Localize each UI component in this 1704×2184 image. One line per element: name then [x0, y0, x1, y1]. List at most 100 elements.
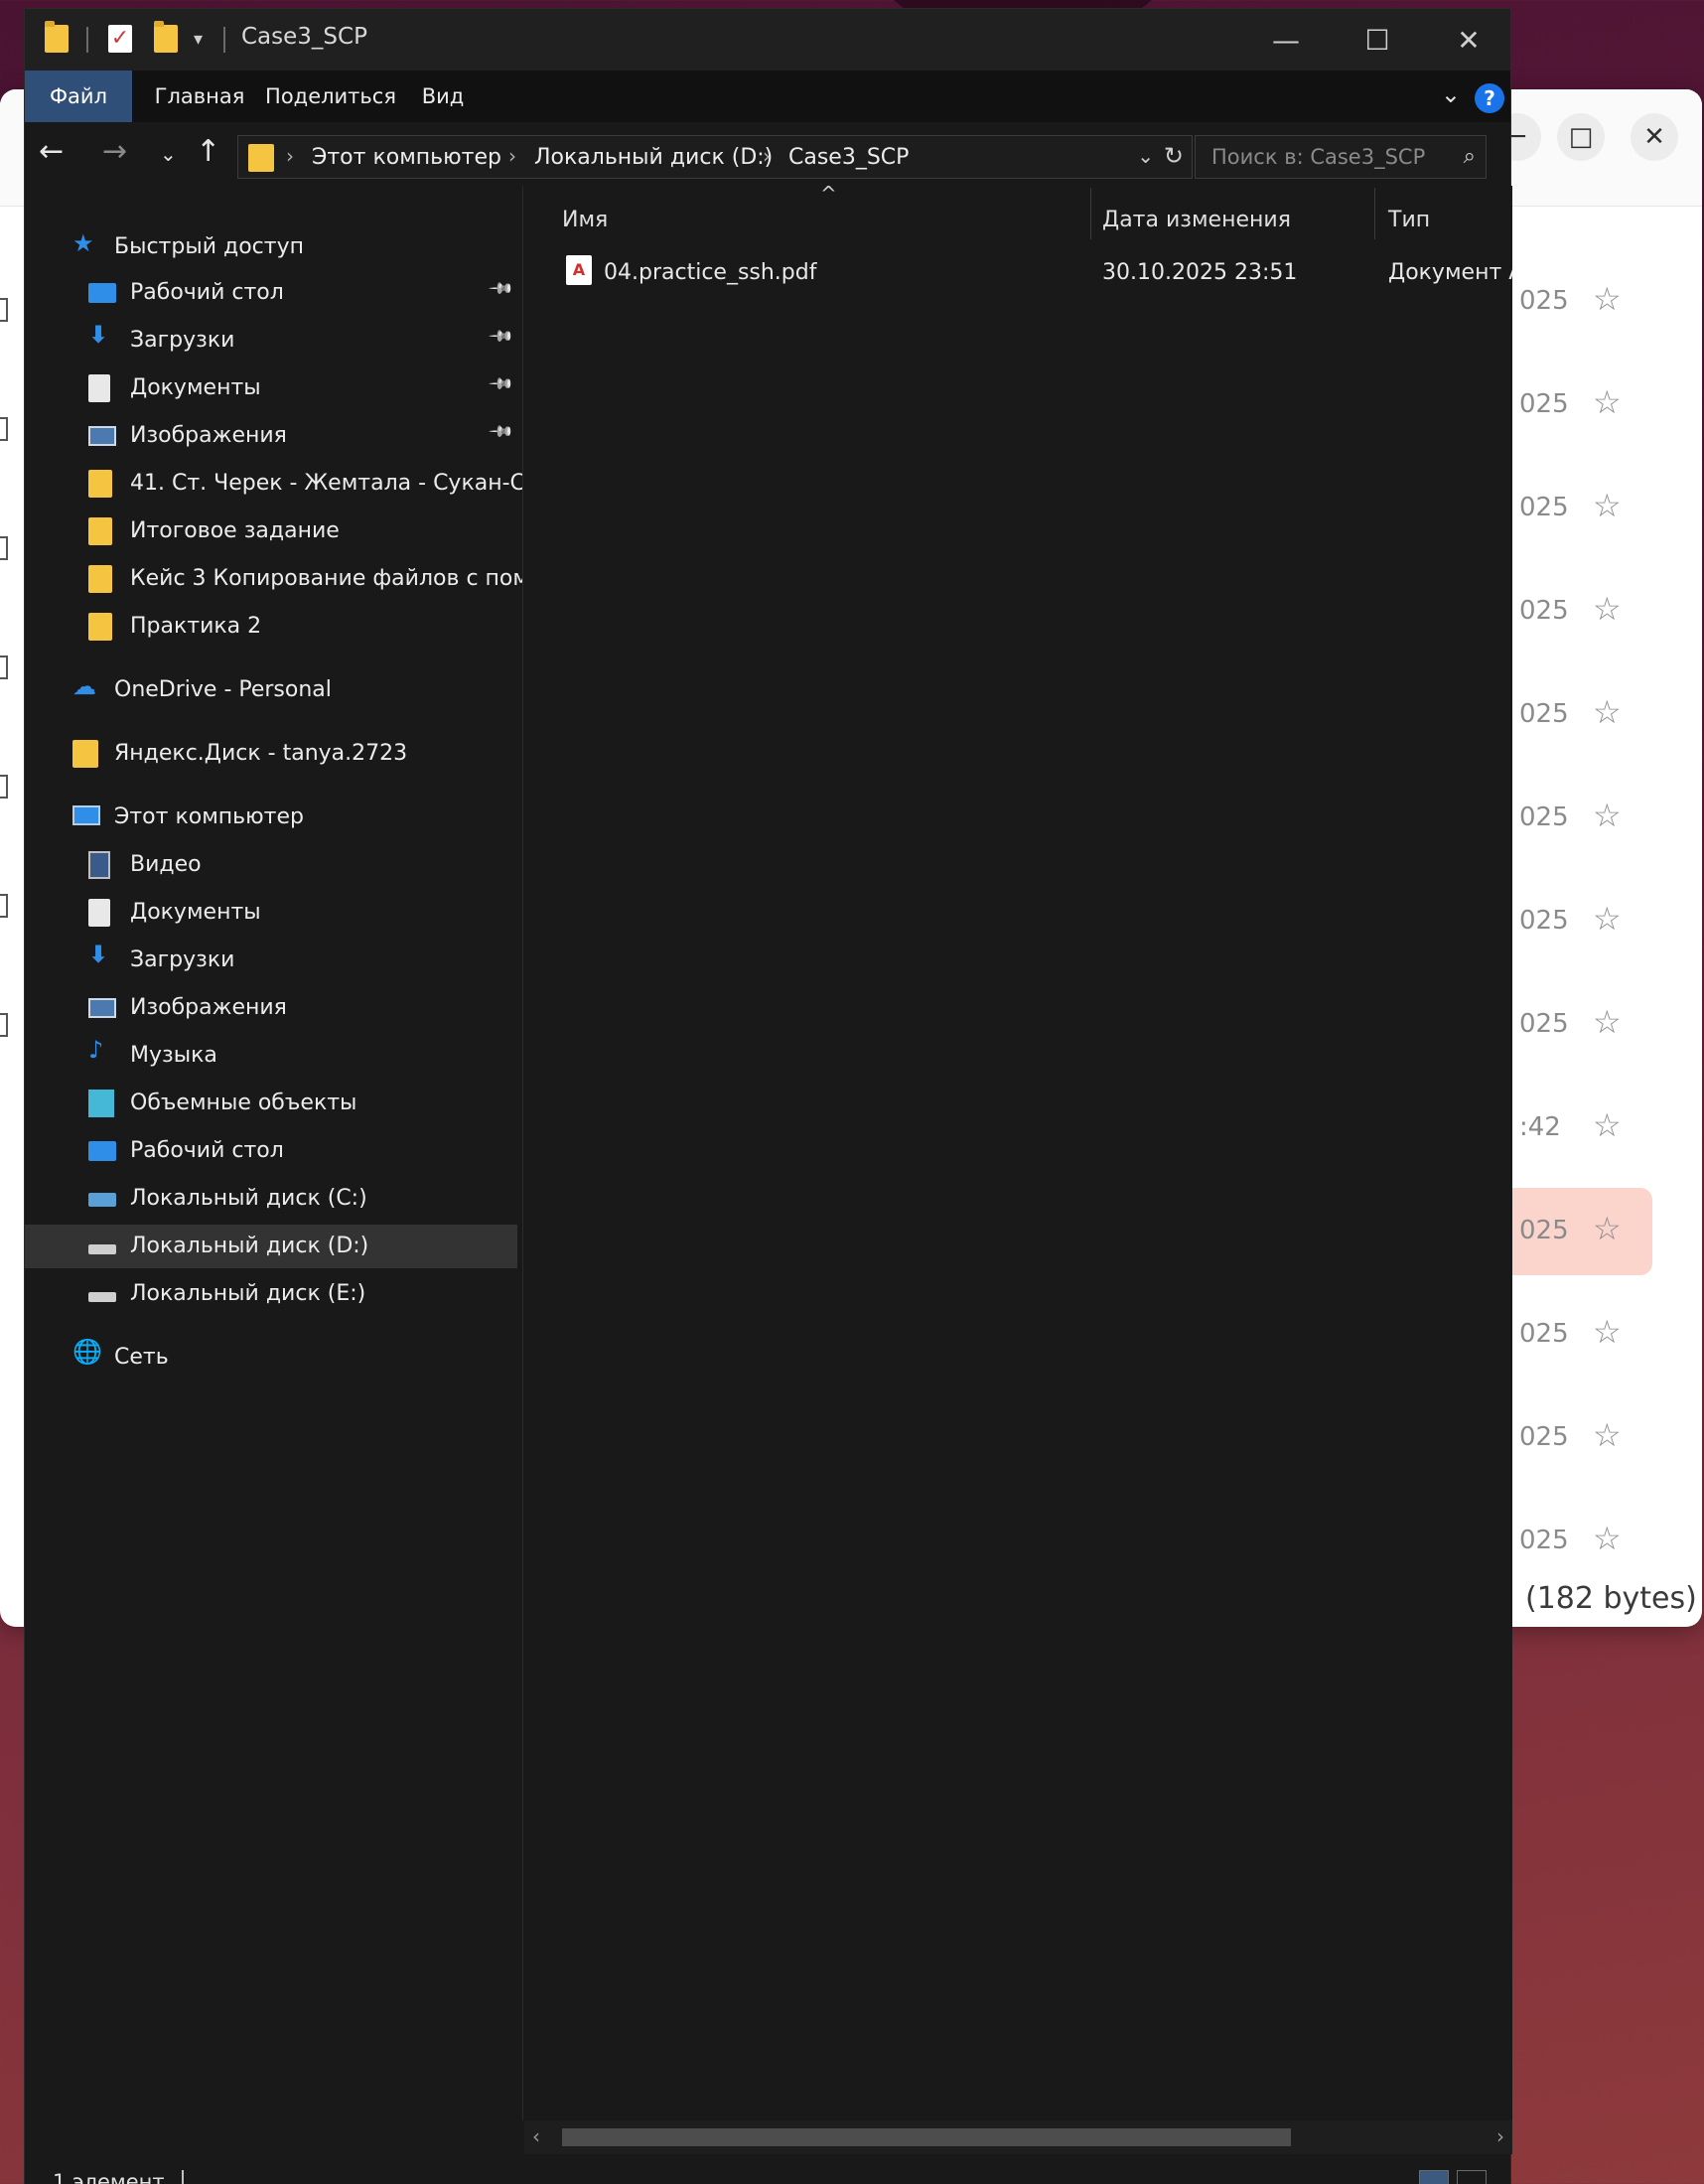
background-list-row[interactable]: 025 ☆ — [1499, 878, 1698, 965]
star-icon[interactable]: ☆ — [1593, 280, 1622, 318]
nav-item[interactable]: 41. Ст. Черек - Жемтала - Сукан-Су — [25, 462, 522, 506]
star-icon[interactable]: ☆ — [1593, 1313, 1622, 1351]
column-divider[interactable] — [1090, 188, 1091, 239]
title-bar[interactable]: ✓ ▾ Case3_SCP — ☐ ✕ — [25, 9, 1510, 71]
file-row[interactable]: A 04.practice_ssh.pdf 30.10.2025 23:51 Д… — [524, 249, 1512, 293]
star-icon[interactable]: ☆ — [1593, 1106, 1622, 1144]
background-list-row[interactable]: 025 ☆ — [1499, 362, 1698, 449]
nav-item[interactable]: Объемные объекты — [25, 1082, 517, 1125]
recent-locations-button[interactable]: ⌄ — [160, 142, 177, 166]
nav-item[interactable]: ⬇ Загрузки 📌 — [25, 319, 517, 363]
nav-item[interactable]: ♪ Музыка — [25, 1034, 517, 1078]
search-input[interactable] — [1196, 136, 1444, 178]
nav-item[interactable]: Изображения — [25, 986, 517, 1030]
star-icon[interactable]: ☆ — [1593, 1003, 1622, 1041]
background-list-row[interactable]: 025 ☆ — [1490, 1188, 1652, 1275]
bg-close-button[interactable]: ✕ — [1631, 113, 1678, 161]
background-list-row[interactable]: 025 ☆ — [1499, 258, 1698, 346]
horizontal-scrollbar[interactable]: ‹ › — [524, 2120, 1512, 2154]
refresh-icon[interactable]: ↻ — [1164, 142, 1184, 170]
minimize-button[interactable]: — — [1240, 9, 1332, 71]
forward-button[interactable]: → — [102, 134, 127, 169]
star-icon[interactable]: ☆ — [1593, 383, 1622, 421]
nav-item[interactable]: 🌐 Сеть — [25, 1336, 517, 1380]
nav-item-label: Видео — [130, 852, 202, 877]
star-icon[interactable]: ☆ — [1593, 1520, 1622, 1557]
background-list-row[interactable]: :42 ☆ — [1499, 1085, 1698, 1172]
breadcrumb-drive-d[interactable]: Локальный диск (D:) — [534, 145, 773, 170]
nav-item[interactable]: ☁ OneDrive - Personal — [25, 668, 517, 712]
nav-item[interactable]: Кейс 3 Копирование файлов с помо — [25, 557, 522, 601]
breadcrumb-chevron-icon[interactable]: › — [286, 144, 294, 168]
nav-item[interactable]: Рабочий стол — [25, 1129, 517, 1173]
new-folder-icon[interactable] — [154, 21, 178, 53]
tab-home[interactable]: Главная — [150, 71, 249, 122]
nav-item[interactable]: Локальный диск (E:) — [25, 1272, 517, 1316]
background-list-row[interactable]: 025 ☆ — [1499, 671, 1698, 759]
star-icon[interactable]: ☆ — [1593, 797, 1622, 834]
star-icon[interactable]: ☆ — [1593, 487, 1622, 524]
close-button[interactable]: ✕ — [1423, 9, 1514, 71]
search-box[interactable]: ⌕ — [1195, 135, 1487, 179]
address-dropdown-icon[interactable]: ⌄ — [1137, 144, 1154, 168]
breadcrumb-chevron-icon[interactable]: › — [508, 144, 516, 168]
breadcrumb-this-pc[interactable]: Этот компьютер — [312, 145, 501, 170]
file-modified: 30.10.2025 23:51 — [1102, 260, 1298, 285]
nav-item[interactable]: Практика 2 — [25, 605, 517, 649]
scroll-left-icon[interactable]: ‹ — [532, 2124, 540, 2148]
background-list-row[interactable]: 025 ☆ — [1499, 775, 1698, 862]
star-icon[interactable]: ☆ — [1593, 693, 1622, 731]
address-bar[interactable]: › Этот компьютер › Локальный диск (D:) ›… — [237, 135, 1193, 179]
maximize-button[interactable]: ☐ — [1332, 9, 1423, 71]
customize-toolbar-icon[interactable]: ▾ — [194, 29, 203, 59]
nav-item[interactable]: Рабочий стол 📌 — [25, 271, 517, 315]
nav-item[interactable]: Этот компьютер — [25, 796, 517, 839]
expand-ribbon-icon[interactable]: ⌄ — [1441, 80, 1461, 108]
column-header-name[interactable]: Имя — [562, 208, 608, 232]
file-name[interactable]: 04.practice_ssh.pdf — [604, 260, 816, 285]
breadcrumb-chevron-icon[interactable]: › — [763, 144, 771, 168]
up-button[interactable]: ↑ — [196, 134, 220, 169]
nav-item[interactable]: Документы 📌 — [25, 366, 517, 410]
bg-maximize-button[interactable]: □ — [1557, 113, 1605, 161]
tab-file[interactable]: Файл — [25, 71, 132, 122]
background-list-row[interactable]: 025 ☆ — [1499, 1291, 1698, 1379]
scroll-thumb[interactable] — [562, 2128, 1291, 2146]
background-list-row[interactable]: 025 ☆ — [1499, 465, 1698, 552]
pin-icon[interactable]: 📌 — [488, 275, 515, 303]
nav-item[interactable]: Изображения 📌 — [25, 414, 517, 458]
nav-item[interactable]: Итоговое задание — [25, 510, 517, 553]
background-list-row[interactable]: 025 ☆ — [1499, 1498, 1698, 1585]
pin-icon[interactable]: 📌 — [488, 418, 515, 446]
nav-item[interactable]: Видео — [25, 843, 517, 887]
column-header-type[interactable]: Тип — [1388, 208, 1430, 232]
star-icon[interactable]: ☆ — [1593, 1210, 1622, 1247]
pin-icon[interactable]: 📌 — [488, 370, 515, 398]
pin-icon[interactable]: 📌 — [488, 323, 515, 351]
star-icon[interactable]: ☆ — [1593, 900, 1622, 938]
column-divider[interactable] — [1374, 188, 1375, 239]
nav-item[interactable]: Локальный диск (C:) — [25, 1177, 517, 1221]
nav-item[interactable]: ★ Быстрый доступ — [25, 225, 517, 269]
tab-view[interactable]: Вид — [412, 71, 474, 122]
large-icons-view-button[interactable] — [1457, 2170, 1487, 2184]
background-list-row[interactable]: 025 ☆ — [1499, 1394, 1698, 1482]
column-header-modified[interactable]: Дата изменения — [1102, 208, 1291, 232]
scroll-right-icon[interactable]: › — [1496, 2124, 1504, 2148]
details-view-button[interactable] — [1419, 2170, 1449, 2184]
nav-item[interactable]: Локальный диск (D:) — [25, 1225, 517, 1268]
search-icon[interactable]: ⌕ — [1464, 144, 1476, 169]
back-button[interactable]: ← — [39, 134, 64, 169]
background-list-row[interactable]: 025 ☆ — [1499, 981, 1698, 1069]
nav-item[interactable]: ⬇ Загрузки — [25, 939, 517, 982]
help-icon[interactable]: ? — [1475, 83, 1504, 113]
nav-item[interactable]: Документы — [25, 891, 517, 935]
tab-share[interactable]: Поделиться — [261, 71, 400, 122]
star-icon[interactable]: ☆ — [1593, 1416, 1622, 1454]
breadcrumb-current-folder[interactable]: Case3_SCP — [788, 145, 909, 170]
background-list-row[interactable]: 025 ☆ — [1499, 568, 1698, 655]
computer-icon — [72, 805, 100, 825]
nav-item[interactable]: Яндекс.Диск - tanya.2723 — [25, 732, 517, 776]
properties-icon[interactable]: ✓ — [108, 25, 132, 53]
star-icon[interactable]: ☆ — [1593, 590, 1622, 628]
